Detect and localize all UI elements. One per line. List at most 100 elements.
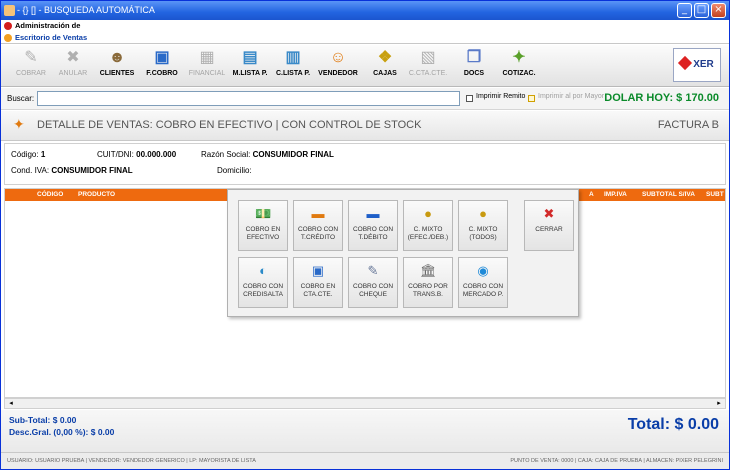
- toolbar-cajas-button[interactable]: ❖ CAJAS: [363, 48, 407, 77]
- popup-cobro-con-cheque-button[interactable]: ✎ COBRO CON CHEQUE: [348, 257, 398, 308]
- toolbar-m-lista-p-button[interactable]: ▤ M.LISTA P.: [228, 48, 272, 77]
- popup-cerrar-button[interactable]: ✖ CERRAR: [524, 200, 574, 251]
- maximize-button[interactable]: □: [694, 3, 709, 18]
- title-bar[interactable]: - {} [] - BUSQUEDA AUTOMÁTICA _ □ ×: [1, 1, 729, 20]
- popup-cobro-con-credisalta-button[interactable]: ◐ COBRO CON CREDISALTA: [238, 257, 288, 308]
- popup-label-line2: T.CRÉDITO: [300, 234, 336, 241]
- col-a[interactable]: A: [589, 189, 594, 201]
- factura-type: FACTURA B: [657, 119, 719, 131]
- popup-c-mixto-todos-button[interactable]: ● C. MIXTO (TODOS): [458, 200, 508, 251]
- logo-text: XER: [693, 59, 714, 70]
- col-codigo[interactable]: CÓDIGO: [37, 189, 63, 201]
- toolbar-label: FINANCIAL: [188, 70, 226, 77]
- window-controls: _ □ ×: [677, 3, 726, 18]
- payment-method-popup: 💵 COBRO EN EFECTIVO ▬ COBRO CON T.CRÉDITO ▬ COB…: [227, 189, 579, 317]
- menu-escritorio[interactable]: Escritorio de Ventas: [1, 32, 729, 44]
- cuit-field: CUIT/DNI: 00.000.000: [97, 150, 177, 159]
- close-window-button[interactable]: ×: [711, 3, 726, 18]
- popup-cobro-con-t-d-bito-button[interactable]: ▬ COBRO CON T.DÉBITO: [348, 200, 398, 251]
- toolbar-docs-button[interactable]: ❐ DOCS: [452, 48, 496, 77]
- toolbar-label: VENDEDOR: [318, 70, 358, 77]
- money-bag-icon: ●: [424, 206, 432, 221]
- search-input[interactable]: [37, 91, 460, 106]
- money-bag-icon: ●: [479, 206, 487, 221]
- imprimir-mayor-checkbox[interactable]: [528, 95, 535, 102]
- toolbar-c-lista-p-button[interactable]: ▥ C.LISTA P.: [271, 48, 315, 77]
- toolbar-label: F.COBRO: [146, 70, 178, 77]
- toolbar: XER ✎ COBRAR ✖ ANULAR ☻ CLIENTES ▣ F.COBRO ▦ FINA…: [1, 45, 729, 87]
- payment-form-icon: ▣: [154, 49, 170, 66]
- popup-cobro-en-efectivo-button[interactable]: 💵 COBRO EN EFECTIVO: [238, 200, 288, 251]
- menu-escritorio-label: Escritorio de Ventas: [15, 33, 88, 42]
- totals-footer: Sub-Total: $ 0.00 Desc.Gral. (0,00 %): $…: [1, 410, 729, 452]
- check-pen-icon: ✎: [367, 263, 379, 278]
- toolbar-f-cobro-button[interactable]: ▣ F.COBRO: [140, 48, 184, 77]
- logo-diamond-icon: [678, 55, 693, 71]
- client-panel: Código: 1 CUIT/DNI: 00.000.000 Razón Soc…: [4, 143, 726, 185]
- col-producto[interactable]: PRODUCTO: [78, 189, 115, 201]
- scroll-right-icon[interactable]: ▸: [714, 399, 724, 408]
- cash-boxes-icon: ❖: [377, 49, 393, 66]
- toolbar-label: COTIZAC.: [502, 70, 536, 77]
- toolbar-cotizac-button[interactable]: ✦ COTIZAC.: [497, 48, 541, 77]
- toolbar-label: C.LISTA P.: [275, 70, 311, 77]
- popup-label-line1: COBRO EN: [245, 226, 281, 233]
- popup-label-line1: COBRO CON: [462, 283, 504, 290]
- subtotal: Sub-Total: $ 0.00: [9, 415, 77, 425]
- popup-label-line2: CTA.CTE.: [303, 291, 333, 298]
- credit-card-icon: ▬: [311, 206, 325, 221]
- toolbar-vendedor-button[interactable]: ☺ VENDEDOR: [316, 48, 360, 77]
- seller-person-icon: ☺: [329, 49, 347, 66]
- scroll-left-icon[interactable]: ◂: [6, 399, 16, 408]
- popup-label-line1: COBRO CON: [352, 283, 394, 290]
- menu-administracion[interactable]: Administración de: [1, 20, 729, 32]
- toolbar-label: C.CTA.CTE.: [408, 70, 448, 77]
- popup-cobro-con-t-cr-dito-button[interactable]: ▬ COBRO CON T.CRÉDITO: [293, 200, 343, 251]
- popup-label-line2: (TODOS): [469, 234, 497, 241]
- minimize-button[interactable]: _: [677, 3, 692, 18]
- popup-label-line2: MERCADO P.: [462, 291, 504, 298]
- popup-cobro-con-mercado-p-button[interactable]: ◉ COBRO CON MERCADO P.: [458, 257, 508, 308]
- imprimir-remito-label: Imprimir Remito: [476, 93, 526, 100]
- calculator-icon: ▦: [199, 49, 215, 66]
- account-icon: ▧: [420, 49, 436, 66]
- popup-c-mixto-efec-deb-button[interactable]: ● C. MIXTO (EFEC./DEB.): [403, 200, 453, 251]
- status-left: USUARIO: USUARIO PRUEBA | VENDEDOR: VEND…: [7, 458, 256, 464]
- search-label: Buscar:: [7, 94, 35, 103]
- popup-label-line2: CREDISALTA: [243, 291, 283, 298]
- admin-icon: [4, 22, 12, 30]
- descuento-general: Desc.Gral. (0,00 %): $ 0.00: [9, 427, 115, 437]
- dolar-hoy: DOLAR HOY: $ 170.00: [604, 92, 719, 104]
- clients-person-icon: ☻: [108, 49, 126, 66]
- cash-bills-icon: 💵: [255, 206, 272, 221]
- popup-label-line2: T.DÉBITO: [358, 234, 388, 241]
- toolbar-clientes-button[interactable]: ☻ CLIENTES: [95, 48, 139, 77]
- status-right: PUNTO DE VENTA: 0000 | CAJA: CAJA DE PRU…: [510, 458, 723, 464]
- toolbar-cobrar-button[interactable]: ✎ COBRAR: [9, 48, 53, 77]
- toolbar-anular-button[interactable]: ✖ ANULAR: [51, 48, 95, 77]
- popup-cobro-por-trans-b-button[interactable]: 🏛 COBRO POR TRANS.B.: [403, 257, 453, 308]
- sales-desk-icon: [4, 34, 12, 42]
- horizontal-scrollbar[interactable]: ◂ ▸: [4, 398, 726, 409]
- col-subtotal-siva[interactable]: SUBTOTAL S/IVA: [642, 189, 695, 201]
- toolbar-label: CLIENTES: [99, 70, 135, 77]
- toolbar-financial-button[interactable]: ▦ FINANCIAL: [185, 48, 229, 77]
- imprimir-remito-checkbox[interactable]: [466, 95, 473, 102]
- status-bar: USUARIO: USUARIO PRUEBA | VENDEDOR: VEND…: [1, 452, 729, 469]
- popup-label-line1: C. MIXTO: [468, 226, 498, 233]
- mercadopago-icon: ◉: [477, 263, 489, 278]
- popup-label-line2: (EFEC./DEB.): [407, 234, 449, 241]
- col-subt[interactable]: SUBT: [706, 189, 724, 201]
- toolbar-c-cta-cte-button[interactable]: ▧ C.CTA.CTE.: [406, 48, 450, 77]
- toolbar-label: DOCS: [463, 70, 485, 77]
- popup-cobro-en-cta-cte-button[interactable]: ▣ COBRO EN CTA.CTE.: [293, 257, 343, 308]
- popup-label-line2: TRANS.B.: [413, 291, 443, 298]
- popup-label-line1: COBRO CON: [352, 226, 394, 233]
- detail-header: ✦ DETALLE DE VENTAS: COBRO EN EFECTIVO |…: [1, 111, 729, 141]
- col-imp-iva[interactable]: IMP.IVA: [604, 189, 627, 201]
- app-icon: [4, 5, 15, 16]
- cancel-x-icon: ✖: [66, 49, 80, 66]
- cond-iva-field: Cond. IVA: CONSUMIDOR FINAL: [11, 166, 133, 175]
- popup-label-line2: EFECTIVO: [246, 234, 280, 241]
- bank-icon: 🏛: [420, 263, 437, 278]
